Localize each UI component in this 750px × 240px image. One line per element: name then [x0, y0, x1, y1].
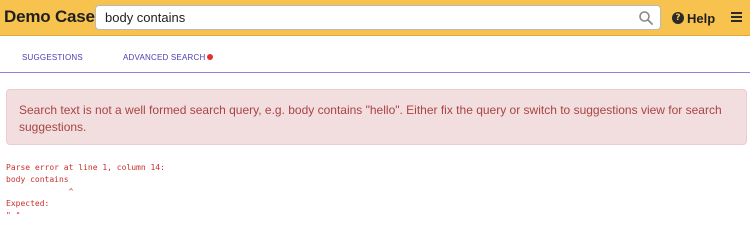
help-button[interactable]: ? Help	[672, 10, 715, 26]
help-label: Help	[687, 10, 716, 26]
top-bar: Demo Case ? Help	[0, 0, 750, 36]
parse-error-details: Parse error at line 1, column 14: body c…	[6, 162, 165, 222]
search-input[interactable]	[105, 8, 625, 27]
app-title[interactable]: Demo Case	[4, 7, 95, 27]
error-line: body contains	[6, 175, 69, 184]
error-line: " "	[6, 211, 21, 220]
question-circle-icon: ?	[672, 12, 684, 24]
error-alert: Search text is not a well formed search …	[6, 89, 747, 145]
view-tabs: SUGGESTIONS ADVANCED SEARCH	[0, 36, 750, 73]
search-box[interactable]	[95, 5, 661, 30]
tab-advanced-search-label: ADVANCED SEARCH	[123, 53, 206, 62]
error-line: ^	[6, 187, 74, 196]
tab-suggestions[interactable]: SUGGESTIONS	[22, 53, 83, 62]
error-line: Expected:	[6, 199, 50, 208]
hamburger-menu-icon[interactable]	[731, 12, 742, 23]
error-line: Parse error at line 1, column 14:	[6, 163, 165, 172]
error-indicator-dot	[207, 54, 214, 60]
search-icon[interactable]	[638, 10, 654, 26]
tab-suggestions-label: SUGGESTIONS	[22, 53, 83, 62]
alert-message: Search text is not a well formed search …	[19, 103, 722, 134]
tab-advanced-search[interactable]: ADVANCED SEARCH	[123, 53, 214, 62]
